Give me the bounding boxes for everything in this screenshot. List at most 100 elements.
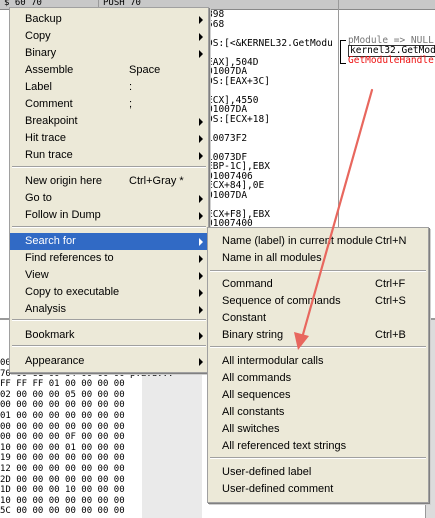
dump-row[interactable]: 00 00 00 00 00 00 00 00 xyxy=(0,400,125,411)
submenu-item-shortcut: Ctrl+N xyxy=(375,235,407,247)
dump-row[interactable]: 5C 00 00 00 00 00 00 00 xyxy=(0,506,125,517)
dump-row[interactable]: 2D 00 00 00 00 00 00 00 xyxy=(0,475,125,486)
dump-row[interactable]: 19 00 00 00 00 00 00 00 xyxy=(0,453,125,464)
menu-item-assemble[interactable]: Assemble Space xyxy=(10,62,208,79)
menu-separator xyxy=(210,270,426,272)
menu-item-go-to[interactable]: Go to xyxy=(10,190,208,207)
menu-item-backup[interactable]: Backup xyxy=(10,11,208,28)
dump-row[interactable]: 10 00 00 00 00 00 00 00 xyxy=(0,496,125,507)
menu-item-shortcut: Space xyxy=(129,64,161,76)
disassembly-line[interactable]: 01007DA xyxy=(207,190,247,201)
submenu-item-label: User-defined label xyxy=(222,466,312,478)
menu-item-label: Analysis xyxy=(25,303,66,315)
dump-row[interactable]: 12 00 00 00 00 00 00 00 xyxy=(0,464,125,475)
submenu-item-name-label-in-current-module[interactable]: Name (label) in current module Ctrl+N xyxy=(208,233,428,250)
submenu-item-shortcut: Ctrl+F xyxy=(375,278,406,290)
submenu-arrow-icon xyxy=(199,272,203,280)
menu-item-label: New origin here xyxy=(25,175,103,187)
context-menu: Backup Copy Binary Assemble Space Label: Comme… xyxy=(9,7,209,373)
submenu-arrow-icon xyxy=(199,195,203,203)
dump-row[interactable]: 00 00 00 00 00 00 00 00 xyxy=(0,422,125,433)
submenu-item-sequence-of-commands[interactable]: Sequence of commands Ctrl+S xyxy=(208,293,428,310)
submenu-item-all-sequences[interactable]: All sequences xyxy=(208,387,428,404)
disassembly-line[interactable]: DS:[<&KERNEL32.GetModu xyxy=(207,38,333,49)
menu-item-shortcut: : xyxy=(129,81,133,93)
submenu-item-label: All referenced text strings xyxy=(222,440,347,452)
menu-item-view[interactable]: View xyxy=(10,267,208,284)
dump-row[interactable]: 02 00 00 00 05 00 00 00 xyxy=(0,390,125,401)
submenu-item-all-commands[interactable]: All commands xyxy=(208,370,428,387)
menu-item-run-trace[interactable]: Run trace xyxy=(10,147,208,164)
dump-row[interactable]: 1D 00 00 00 10 00 00 00 xyxy=(0,485,125,496)
submenu-item-label: All commands xyxy=(222,372,292,384)
menu-item-copy[interactable]: Copy xyxy=(10,28,208,45)
menu-item-binary[interactable]: Binary xyxy=(10,45,208,62)
submenu-arrow-icon xyxy=(199,255,203,263)
submenu-item-user-defined-comment[interactable]: User-defined comment xyxy=(208,481,428,498)
submenu-arrow-icon xyxy=(199,238,203,246)
menu-item-breakpoint[interactable]: Breakpoint xyxy=(10,113,208,130)
submenu-item-label: All sequences xyxy=(222,389,291,401)
menu-item-label: Follow in Dump xyxy=(25,209,101,221)
submenu-item-binary-string[interactable]: Binary string Ctrl+B xyxy=(208,327,428,344)
menu-item-search-for[interactable]: Search for xyxy=(10,233,208,250)
comment-getmodulehandle: GetModuleHandle xyxy=(348,55,434,66)
menu-separator xyxy=(12,226,206,228)
menu-separator xyxy=(12,166,206,168)
submenu-item-command[interactable]: Command Ctrl+F xyxy=(208,276,428,293)
dump-row[interactable]: 00 00 00 00 0F 00 00 00 xyxy=(0,432,125,443)
submenu-item-all-referenced-text-strings[interactable]: All referenced text strings xyxy=(208,438,428,455)
menu-item-label: Breakpoint xyxy=(25,115,78,127)
submenu-item-label: Sequence of commands xyxy=(222,295,341,307)
menu-item-label: Backup xyxy=(25,13,62,25)
menu-item-follow-in-dump[interactable]: Follow in Dump xyxy=(10,207,208,224)
submenu-arrow-icon xyxy=(199,152,203,160)
submenu-arrow-icon xyxy=(199,332,203,340)
menu-item-shortcut: Ctrl+Gray * xyxy=(129,175,184,187)
submenu-item-shortcut: Ctrl+S xyxy=(375,295,406,307)
menu-separator xyxy=(12,319,206,321)
menu-item-shortcut: ; xyxy=(129,98,133,110)
menu-item-label: View xyxy=(25,269,49,281)
submenu-item-user-defined-label[interactable]: User-defined label xyxy=(208,464,428,481)
menu-item-find-references-to[interactable]: Find references to xyxy=(10,250,208,267)
menu-item-label: Run trace xyxy=(25,149,73,161)
submenu-item-label: All constants xyxy=(222,406,285,418)
submenu-item-shortcut: Ctrl+B xyxy=(375,329,406,341)
menu-item-label: Hit trace xyxy=(25,132,66,144)
menu-item-analysis[interactable]: Analysis xyxy=(10,301,208,318)
menu-item-copy-to-executable[interactable]: Copy to executable xyxy=(10,284,208,301)
submenu-item-constant[interactable]: Constant xyxy=(208,310,428,327)
menu-item-label[interactable]: Label: xyxy=(10,79,208,96)
submenu-item-all-intermodular-calls[interactable]: All intermodular calls xyxy=(208,353,428,370)
submenu-item-label: User-defined comment xyxy=(222,483,334,495)
disassembly-line[interactable]: DS:[ECX+18] xyxy=(207,114,270,125)
menu-item-label: Assemble xyxy=(25,64,74,76)
submenu-item-name-in-all-modules[interactable]: Name in all modules xyxy=(208,250,428,267)
submenu-item-label: Command xyxy=(222,278,273,290)
submenu-item-label: All switches xyxy=(222,423,280,435)
submenu-arrow-icon xyxy=(199,118,203,126)
submenu-arrow-icon xyxy=(199,212,203,220)
dump-row[interactable]: FF FF FF 01 00 00 00 00 xyxy=(0,379,125,390)
menu-item-label: Comment xyxy=(25,98,73,110)
menu-item-label: Find references to xyxy=(25,252,114,264)
submenu-arrow-icon xyxy=(199,306,203,314)
submenu-arrow-icon xyxy=(199,50,203,58)
menu-item-appearance[interactable]: Appearance xyxy=(10,353,208,370)
menu-item-hit-trace[interactable]: Hit trace xyxy=(10,130,208,147)
dump-row[interactable]: 01 00 00 00 00 00 00 00 xyxy=(0,411,125,422)
search-for-submenu: Name (label) in current module Ctrl+N Name… xyxy=(207,227,429,503)
submenu-item-label: Constant xyxy=(222,312,267,324)
submenu-item-all-constants[interactable]: All constants xyxy=(208,404,428,421)
menu-item-label: Appearance xyxy=(25,355,85,367)
menu-item-bookmark[interactable]: Bookmark xyxy=(10,327,208,344)
submenu-arrow-icon xyxy=(199,135,203,143)
disassembly-line[interactable]: 10073F2 xyxy=(207,133,247,144)
menu-item-comment[interactable]: Comment; xyxy=(10,96,208,113)
dump-row[interactable]: 10 00 00 00 01 00 00 00 xyxy=(0,443,125,454)
disassembly-line[interactable]: 568 xyxy=(207,19,224,30)
menu-item-new-origin-here[interactable]: New origin here Ctrl+Gray * xyxy=(10,173,208,190)
submenu-item-all-switches[interactable]: All switches xyxy=(208,421,428,438)
disassembly-line[interactable]: DS:[EAX+3C] xyxy=(207,76,270,87)
